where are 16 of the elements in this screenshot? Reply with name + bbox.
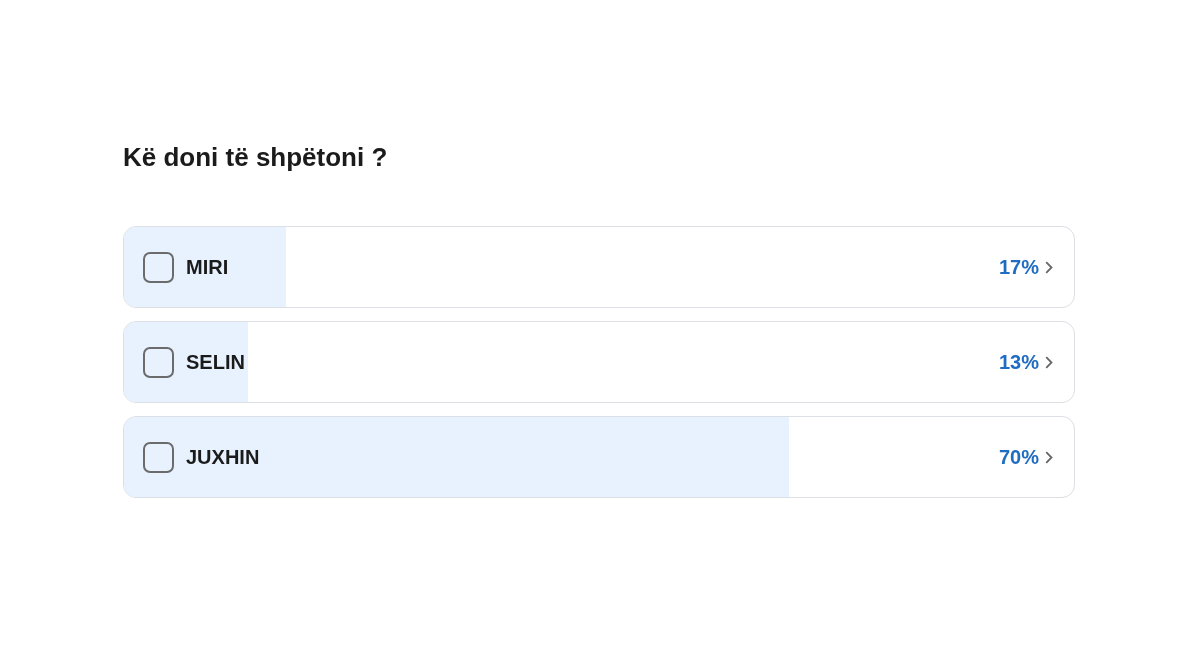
chevron-right-icon[interactable] bbox=[1045, 450, 1053, 464]
poll-option[interactable]: JUXHIN 70% bbox=[123, 416, 1075, 498]
poll-option[interactable]: MIRI 17% bbox=[123, 226, 1075, 308]
option-label: MIRI bbox=[186, 255, 229, 279]
poll-question: Kë doni të shpëtoni ? bbox=[123, 141, 388, 174]
vote-percentage: 17% bbox=[998, 255, 1039, 279]
checkbox[interactable] bbox=[143, 441, 174, 473]
option-label: JUXHIN bbox=[186, 445, 260, 469]
checkbox[interactable] bbox=[143, 346, 174, 378]
poll-option[interactable]: SELIN 13% bbox=[123, 321, 1075, 403]
checkbox[interactable] bbox=[143, 251, 174, 283]
chevron-right-icon[interactable] bbox=[1045, 355, 1053, 369]
option-label: SELIN bbox=[186, 350, 245, 374]
vote-percentage: 13% bbox=[998, 350, 1039, 374]
vote-percentage: 70% bbox=[998, 445, 1039, 469]
chevron-right-icon[interactable] bbox=[1045, 260, 1053, 274]
